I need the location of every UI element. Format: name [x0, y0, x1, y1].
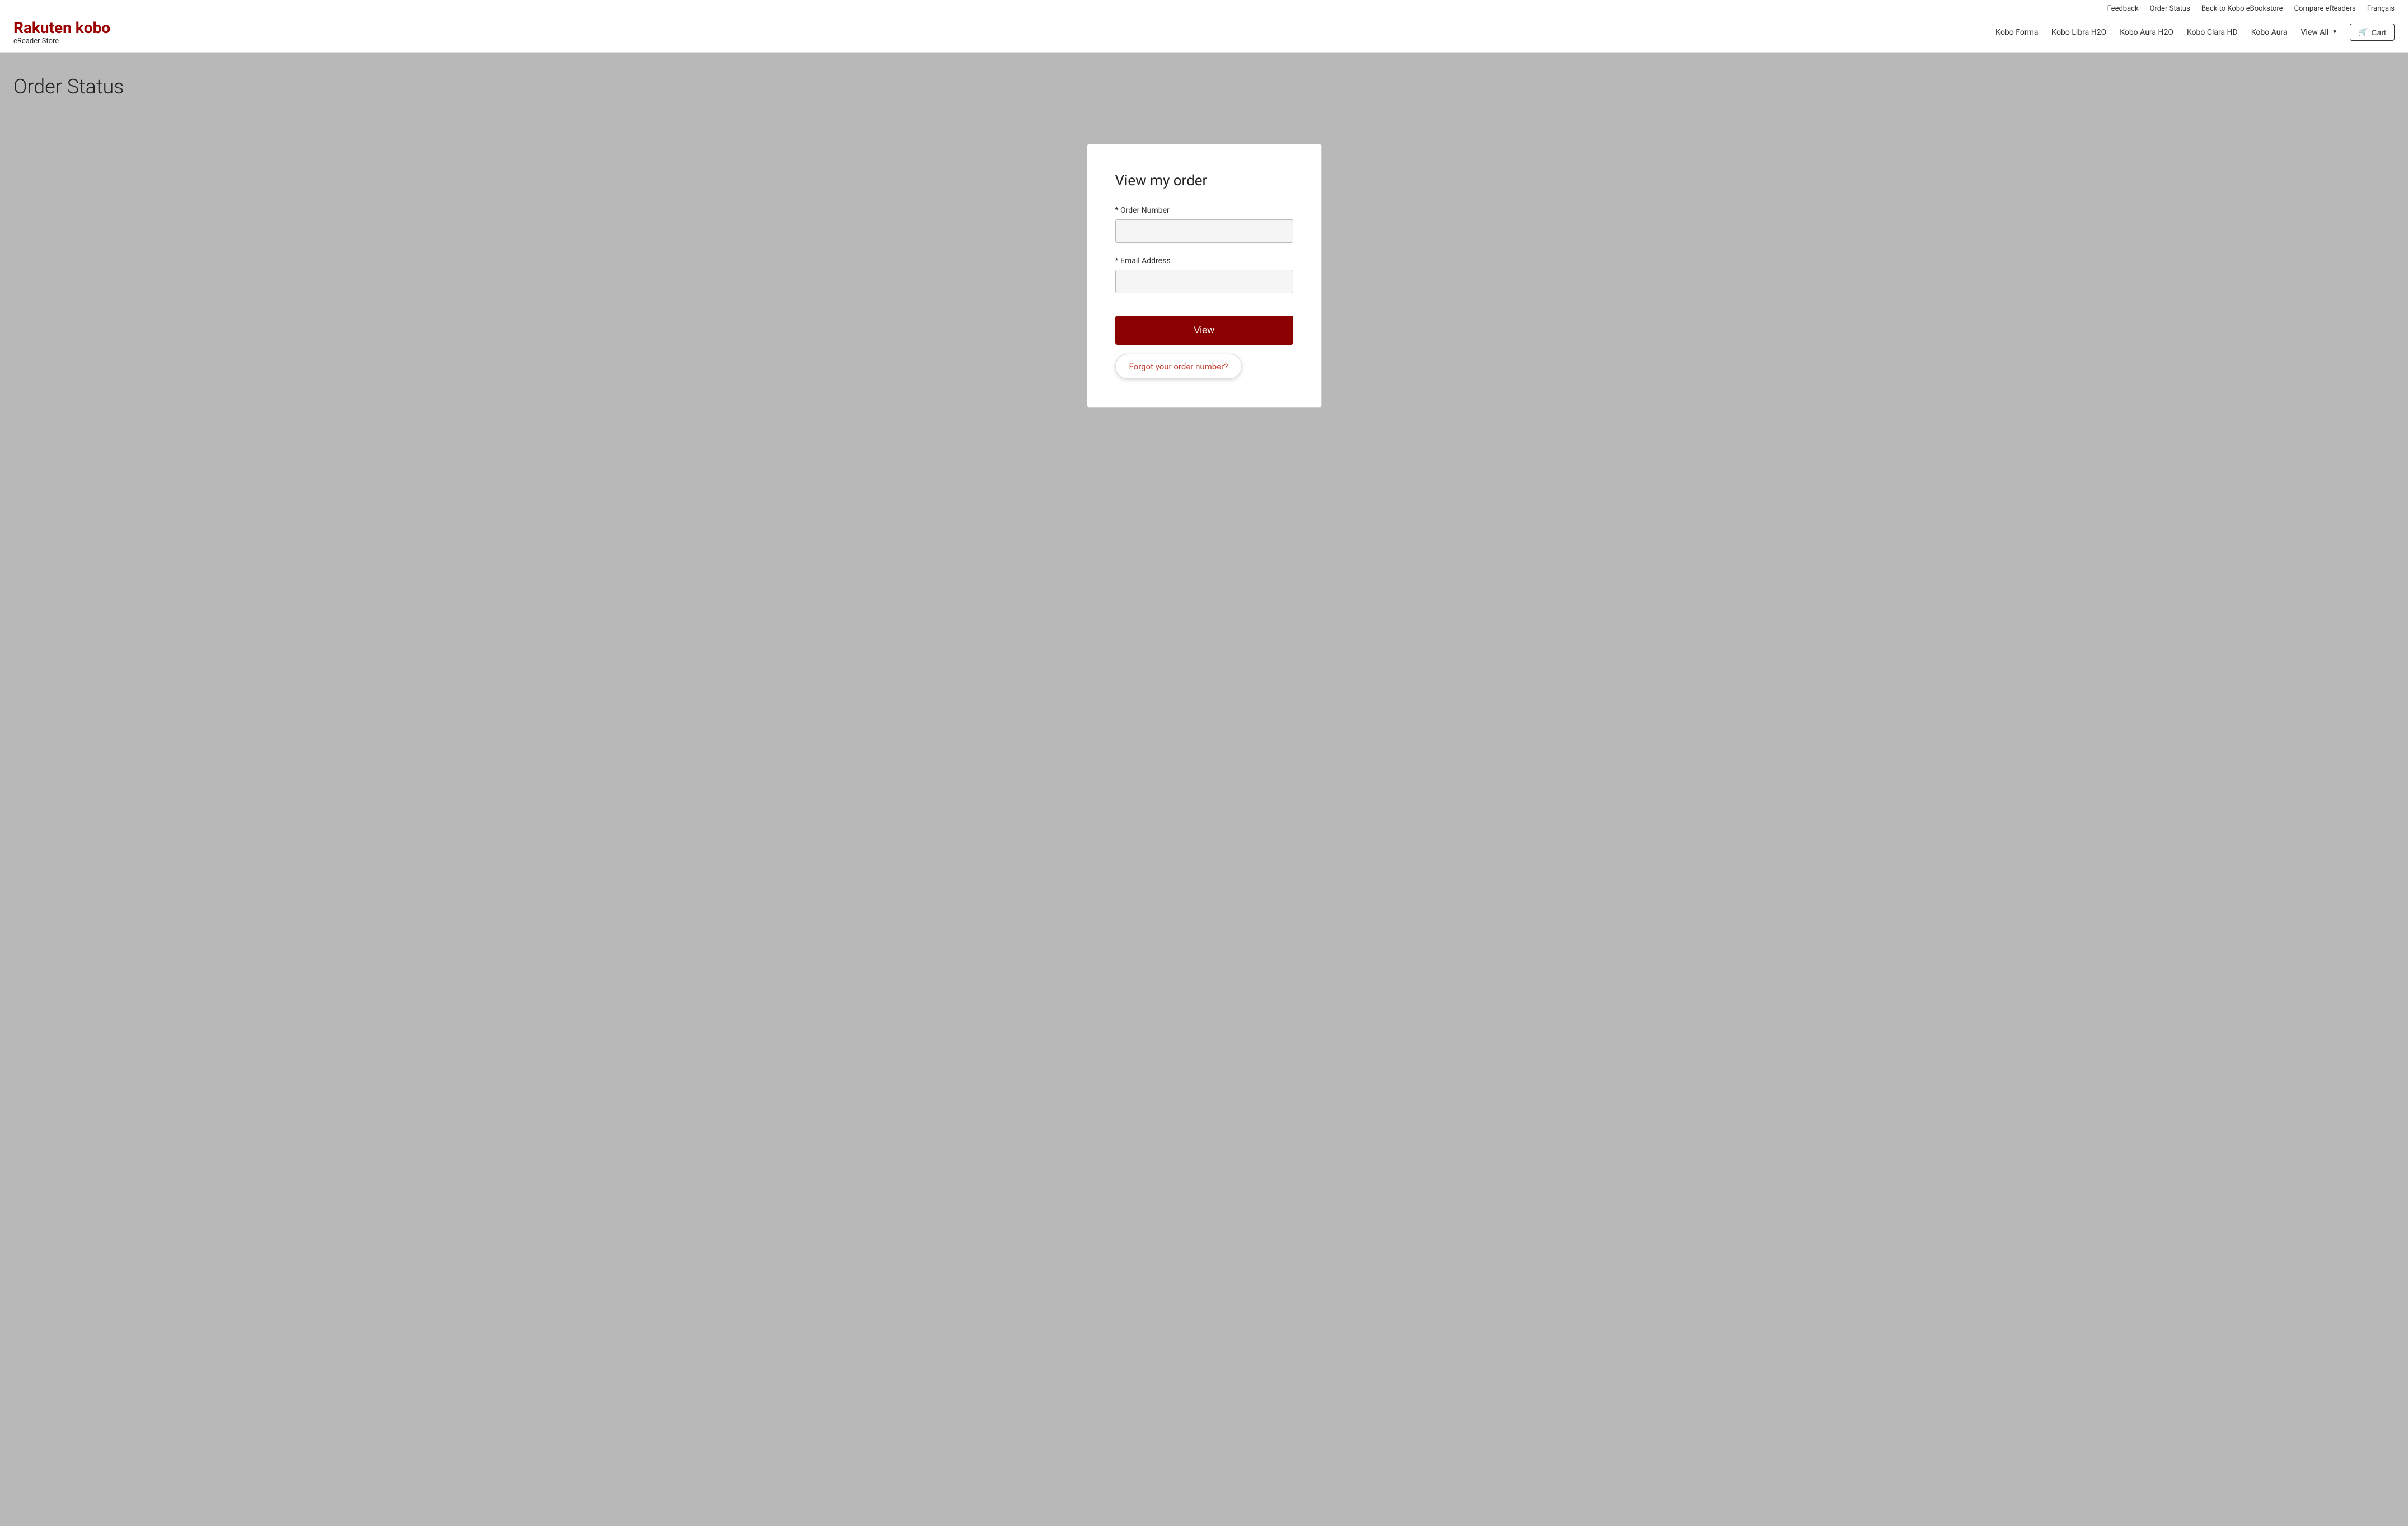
email-input[interactable] [1115, 270, 1293, 293]
order-status-link[interactable]: Order Status [2150, 4, 2190, 13]
header-main-bar: Rakuten kobo eReader Store Kobo Forma Ko… [13, 15, 2395, 52]
main-nav: Kobo Forma Kobo Libra H2O Kobo Aura H2O … [1990, 24, 2395, 41]
form-wrapper: View my order * Order Number * Email Add… [13, 110, 2395, 441]
language-link[interactable]: Français [2367, 4, 2395, 13]
logo-subtitle: eReader Store [13, 37, 110, 45]
header-top-bar: Feedback Order Status Back to Kobo eBook… [13, 0, 2395, 15]
compare-ereaders-link[interactable]: Compare eReaders [2294, 4, 2356, 13]
nav-kobo-aura-h2o[interactable]: Kobo Aura H2O [2114, 25, 2179, 40]
order-number-group: * Order Number [1115, 206, 1293, 243]
page-title: Order Status [13, 75, 2395, 99]
logo-text: Rakuten kobo [13, 20, 110, 37]
cart-icon: 🛒 [2358, 27, 2368, 37]
page-content: Order Status View my order * Order Numbe… [0, 53, 2408, 441]
email-group: * Email Address [1115, 256, 1293, 293]
cart-button[interactable]: 🛒 Cart [2350, 24, 2395, 41]
back-to-bookstore-link[interactable]: Back to Kobo eBookstore [2201, 4, 2283, 13]
page-title-section: Order Status [13, 53, 2395, 110]
nav-kobo-forma[interactable]: Kobo Forma [1990, 25, 2044, 40]
view-button[interactable]: View [1115, 316, 1293, 345]
nav-kobo-libra[interactable]: Kobo Libra H2O [2046, 25, 2112, 40]
order-number-input[interactable] [1115, 219, 1293, 243]
feedback-link[interactable]: Feedback [2107, 4, 2139, 13]
nav-kobo-aura[interactable]: Kobo Aura [2246, 25, 2293, 40]
logo[interactable]: Rakuten kobo eReader Store [13, 20, 110, 45]
forgot-order-number-link[interactable]: Forgot your order number? [1129, 362, 1228, 372]
order-number-label: * Order Number [1115, 206, 1293, 215]
order-form-card: View my order * Order Number * Email Add… [1087, 144, 1322, 408]
cart-label: Cart [2372, 28, 2386, 37]
nav-view-all[interactable]: View All ▼ [2295, 25, 2344, 40]
site-header: Feedback Order Status Back to Kobo eBook… [0, 0, 2408, 53]
forgot-order-number-container: Forgot your order number? [1115, 354, 1242, 379]
email-label: * Email Address [1115, 256, 1293, 265]
chevron-down-icon: ▼ [2332, 29, 2337, 35]
form-title: View my order [1115, 172, 1293, 189]
nav-kobo-clara[interactable]: Kobo Clara HD [2181, 25, 2243, 40]
